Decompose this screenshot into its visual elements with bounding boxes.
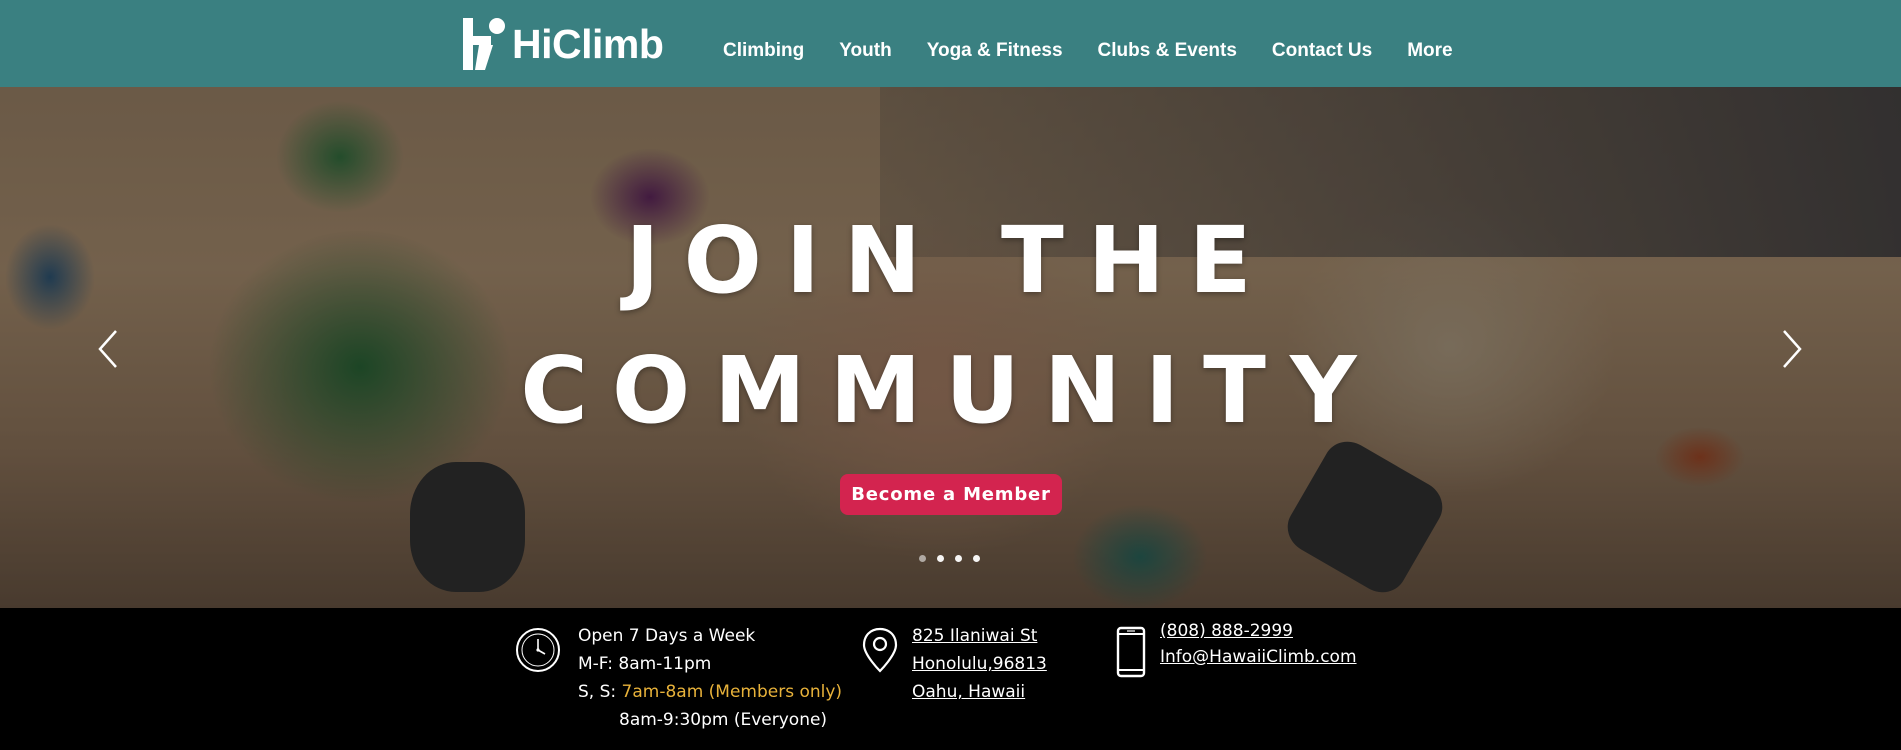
- nav-item-contact-us[interactable]: Contact Us: [1272, 40, 1372, 62]
- slide-dot-3[interactable]: [955, 555, 962, 562]
- email-link[interactable]: Info@HawaiiClimb.com: [1160, 647, 1357, 667]
- map-pin-icon: [862, 627, 898, 673]
- contact-block: (808) 888-2999 Info@HawaiiClimb.com: [1160, 618, 1357, 670]
- address-block: 825 Ilaniwai St Honolulu,96813 Oahu, Haw…: [912, 622, 1047, 706]
- slide-dot-2[interactable]: [937, 555, 944, 562]
- info-bar: Open 7 Days a Week M-F: 8am-11pm S, S: 7…: [0, 608, 1901, 750]
- hours-line-3: S, S: 7am-8am (Members only): [578, 678, 842, 706]
- nav-item-climbing[interactable]: Climbing: [723, 40, 804, 62]
- hero-slideshow: JOIN THE COMMUNITY Become a Member: [0, 87, 1901, 608]
- logo-mark-icon: [463, 18, 505, 70]
- nav-item-more[interactable]: More: [1407, 40, 1452, 62]
- slide-dot-1[interactable]: [919, 555, 926, 562]
- hours-line-1: Open 7 Days a Week: [578, 626, 756, 646]
- address-city-link[interactable]: Honolulu,96813: [912, 654, 1047, 674]
- hero-title-line1: JOIN THE: [625, 207, 1276, 314]
- weekend-members-hours: 7am-8am (Members only): [621, 682, 843, 702]
- become-member-button[interactable]: Become a Member: [840, 474, 1062, 515]
- nav-item-yoga-fitness[interactable]: Yoga & Fitness: [927, 40, 1063, 62]
- main-nav: Climbing Youth Yoga & Fitness Clubs & Ev…: [723, 40, 1488, 62]
- logo[interactable]: HiClimb: [461, 16, 664, 72]
- address-street-link[interactable]: 825 Ilaniwai St: [912, 626, 1037, 646]
- hours-block: Open 7 Days a Week M-F: 8am-11pm S, S: 7…: [578, 622, 842, 734]
- address-region-link[interactable]: Oahu, Hawaii: [912, 682, 1025, 702]
- hours-line-2: M-F: 8am-11pm: [578, 654, 712, 674]
- hero-content: JOIN THE COMMUNITY Become a Member: [0, 87, 1901, 608]
- clock-icon: [516, 628, 560, 672]
- phone-icon: [1116, 626, 1146, 678]
- nav-item-youth[interactable]: Youth: [839, 40, 891, 62]
- slide-dot-4[interactable]: [973, 555, 980, 562]
- phone-link[interactable]: (808) 888-2999: [1160, 621, 1293, 641]
- hero-title-line2: COMMUNITY: [520, 337, 1381, 444]
- nav-item-clubs-events[interactable]: Clubs & Events: [1098, 40, 1237, 62]
- weekend-everyone-hours: 8am-9:30pm (Everyone): [619, 710, 828, 730]
- weekend-prefix: S, S:: [578, 682, 622, 702]
- slide-indicator: [919, 555, 991, 562]
- site-header: HiClimb Climbing Youth Yoga & Fitness Cl…: [0, 0, 1901, 87]
- logo-text: HiClimb: [512, 20, 664, 67]
